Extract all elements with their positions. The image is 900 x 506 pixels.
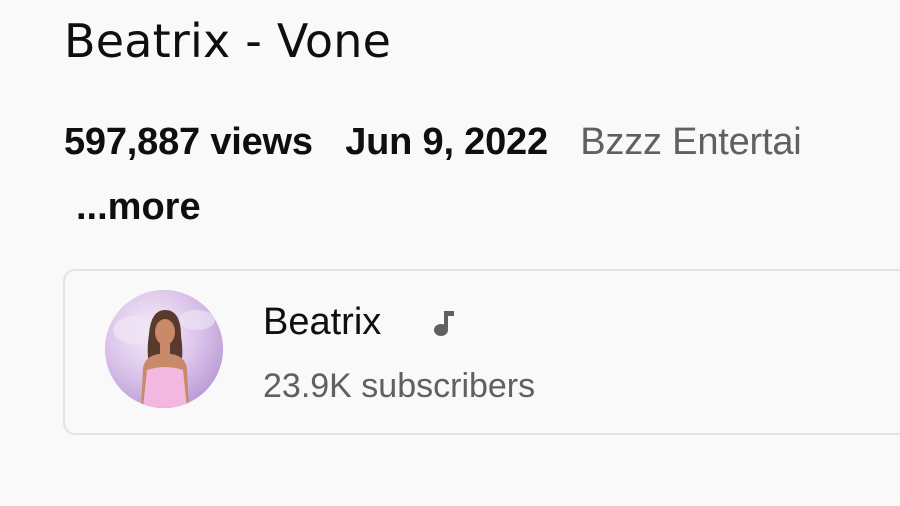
music-note-icon xyxy=(434,311,454,336)
view-count: 597,887 views xyxy=(64,121,313,163)
video-description-panel: Beatrix - Vone 597,887 views Jun 9, 2022… xyxy=(0,0,900,506)
upload-date: Jun 9, 2022 xyxy=(345,121,548,163)
video-metadata: 597,887 views Jun 9, 2022 Bzzz Entertai xyxy=(64,121,802,164)
channel-card[interactable]: Beatrix 23.9K subscribers xyxy=(63,269,900,435)
show-more-button[interactable]: ...more xyxy=(76,186,201,229)
video-title: Beatrix - Vone xyxy=(64,14,392,68)
channel-name[interactable]: Beatrix xyxy=(263,301,381,344)
channel-avatar[interactable] xyxy=(105,290,223,408)
subscriber-count: 23.9K subscribers xyxy=(263,367,536,405)
channel-link[interactable]: Bzzz Entertai xyxy=(580,121,801,163)
avatar-image xyxy=(105,290,223,408)
